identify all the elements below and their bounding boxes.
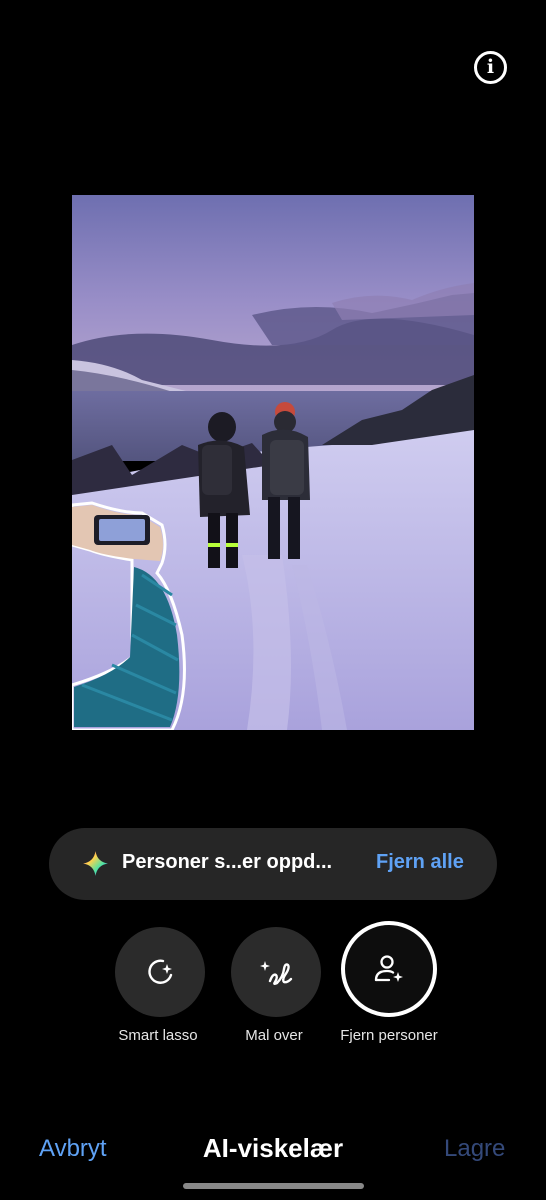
suggestion-text: Personer s...er oppd... <box>122 851 333 873</box>
draw-over-button[interactable] <box>231 927 321 1017</box>
info-button[interactable]: i <box>474 51 507 84</box>
save-button[interactable]: Lagre <box>444 1135 505 1163</box>
photo-canvas[interactable] <box>72 195 474 730</box>
draw-over-icon <box>260 961 293 985</box>
remove-people-icon <box>374 955 403 982</box>
smart-lasso-icon <box>148 959 173 984</box>
remove-all-button[interactable]: Fjern alle <box>376 851 464 874</box>
ai-sparkle-icon <box>83 851 108 876</box>
remove-people-button[interactable] <box>341 921 437 1017</box>
info-icon: i <box>486 56 495 78</box>
remove-people-label: Fjern personer <box>340 1027 438 1044</box>
home-indicator[interactable] <box>183 1183 364 1189</box>
smart-lasso-button[interactable] <box>115 927 205 1017</box>
